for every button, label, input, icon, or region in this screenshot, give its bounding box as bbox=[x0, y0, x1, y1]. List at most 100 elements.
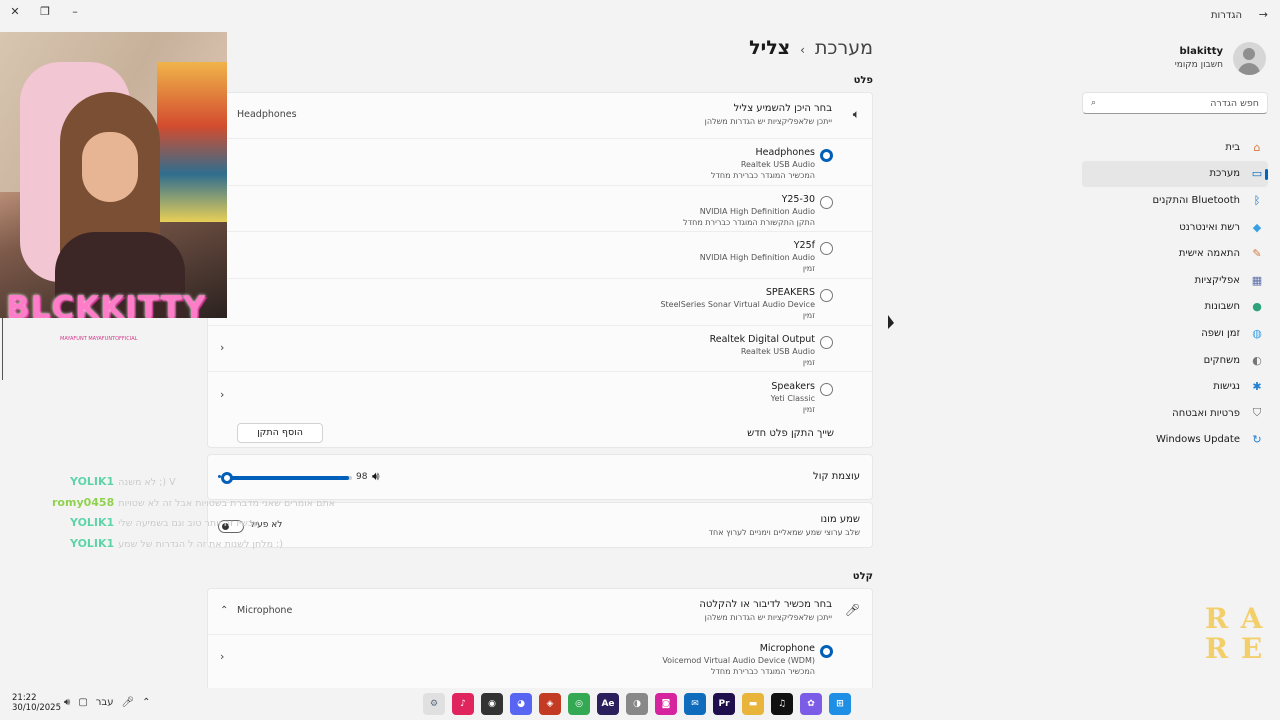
streamer-name: BLCKKITTY bbox=[6, 290, 207, 318]
add-device-button[interactable]: הוסף התקן bbox=[237, 423, 323, 443]
chat-text: אתם אומרים שאני מדברת בשטויות אבל זה לא … bbox=[118, 497, 336, 509]
outlook-app[interactable]: ✉ bbox=[684, 693, 706, 715]
chrome-app[interactable]: ◎ bbox=[568, 693, 590, 715]
device-name: Realtek Digital Output bbox=[709, 333, 815, 345]
logo-letter-extra bbox=[1217, 663, 1250, 691]
device-row[interactable]: SPEAKERS SteelSeries Sonar Virtual Audio … bbox=[208, 279, 872, 326]
sidebar-item[interactable]: ▭ מערכת bbox=[1082, 160, 1268, 188]
device-row[interactable]: Y25-30 NVIDIA High Definition Audio התקן ה… bbox=[208, 186, 872, 233]
device-radio[interactable] bbox=[820, 335, 833, 349]
chevron-left-icon[interactable]: ‹ bbox=[220, 650, 224, 663]
chevron-up-tray-icon[interactable]: ⌃ bbox=[142, 697, 150, 708]
output-section-title: פלט bbox=[853, 75, 873, 86]
logo-letter: E bbox=[1240, 632, 1263, 665]
start-app[interactable]: ⊞ bbox=[829, 693, 851, 715]
copilot-app[interactable]: ✿ bbox=[800, 693, 822, 715]
taskbar-apps: ⚙ ♪ ◉ ◕ ◈ ◎ Ae ◑ ◙ ✉ Pr ▬ ♫ ✿ ⊞ bbox=[423, 693, 851, 715]
device-name: Headphones bbox=[755, 147, 815, 158]
device-name: Speakers bbox=[771, 380, 815, 392]
tiktok-studio-app[interactable]: ♪ bbox=[452, 693, 474, 715]
tiktok-app[interactable]: ♫ bbox=[771, 693, 793, 715]
sidebar-item[interactable]: ◐ משחקים bbox=[1082, 347, 1268, 374]
chat-message: YOLIK1 עכשיו זה יותר טוב וגם בשמיעה שלי bbox=[52, 516, 372, 537]
chevron-left-icon[interactable]: ‹ bbox=[220, 341, 224, 354]
device-radio[interactable] bbox=[820, 149, 833, 162]
chevron-left-icon[interactable]: ‹ bbox=[220, 388, 224, 401]
chevron-up-icon[interactable]: ⌃ bbox=[220, 605, 228, 616]
chevron-left-icon: › bbox=[800, 43, 805, 57]
device-driver: Voicemod Virtual Audio Device (WDM) bbox=[662, 656, 815, 665]
language-indicator[interactable]: עבר bbox=[96, 697, 114, 708]
device-status: זמין bbox=[802, 357, 815, 367]
sidebar-item[interactable]: ⛉ פרטיות ואבטחה bbox=[1082, 400, 1268, 427]
rare-logo: RARE bbox=[1200, 605, 1268, 693]
sidebar-item[interactable]: ✱ נגישות bbox=[1082, 373, 1268, 400]
breadcrumb-parent[interactable]: מערכת bbox=[815, 37, 873, 59]
chat-text: מלחן לשנות את זה ל הגדרות של שמע :) bbox=[118, 538, 283, 550]
user-account-type: חשבון מקומי bbox=[1174, 60, 1223, 70]
chat-text: לא משנה ;) V bbox=[118, 477, 176, 488]
minimize-button[interactable]: – bbox=[64, 4, 86, 20]
device-row[interactable]: Headphones Realtek USB Audio המכשיר המוגדר… bbox=[208, 139, 872, 186]
restore-button[interactable]: ❐ bbox=[34, 4, 56, 20]
sidebar-item-label: בית bbox=[1225, 141, 1240, 153]
app-title: הגדרות bbox=[1210, 10, 1242, 21]
sidebar-item-label: זמן ושפה bbox=[1201, 327, 1240, 339]
device-status: זמין bbox=[802, 404, 815, 414]
output-device-header[interactable]: 🔈︎ בחר היכן להשמיע צליל ייתכן שלאפליקציו… bbox=[208, 93, 872, 139]
streamer-socials: MAYAFUNT MAYAFUNTOFFICIAL bbox=[60, 336, 138, 342]
sidebar-item[interactable]: ⌂ בית bbox=[1082, 134, 1268, 161]
device-name: Y25f bbox=[793, 240, 815, 252]
sidebar-item[interactable]: ↻ Windows Update bbox=[1082, 427, 1268, 454]
display-tray-icon[interactable]: ▢ bbox=[78, 697, 87, 708]
red-app[interactable]: ◈ bbox=[539, 693, 561, 715]
device-row[interactable]: Speakers Yeti Classic זמין ‹ bbox=[208, 373, 872, 420]
device-radio[interactable] bbox=[820, 195, 833, 209]
volume-tray-icon[interactable]: 🔊︎ bbox=[64, 697, 70, 708]
volume-icon[interactable]: 🔊︎ bbox=[372, 469, 380, 484]
sidebar-item[interactable]: ◍ זמן ושפה bbox=[1082, 320, 1268, 347]
output-header-subtitle: ייתכן שלאפליקציות יש הגדרות משלהן bbox=[704, 117, 832, 126]
device-driver: NVIDIA High Definition Audio bbox=[699, 253, 815, 263]
sidebar-item[interactable]: ● חשבונות bbox=[1082, 294, 1268, 321]
device-row[interactable]: Microphone Voicemod Virtual Audio Device … bbox=[208, 635, 872, 682]
device-radio[interactable] bbox=[820, 382, 833, 396]
sidebar-item[interactable]: ◆ רשת ואינטרנט bbox=[1082, 214, 1268, 241]
instagram-app[interactable]: ◙ bbox=[655, 693, 677, 715]
device-radio[interactable] bbox=[820, 289, 833, 303]
selected-output-value: Headphones bbox=[237, 109, 297, 120]
device-driver: Yeti Classic bbox=[770, 393, 815, 403]
user-name: blakitty bbox=[1179, 46, 1224, 57]
premiere-app[interactable]: Pr bbox=[713, 693, 735, 715]
device-row[interactable]: Y25f NVIDIA High Definition Audio זמין bbox=[208, 232, 872, 280]
sidebar-item[interactable]: ▦ אפליקציות bbox=[1082, 267, 1268, 294]
input-device-header[interactable]: 🎤︎ בחר מכשיר לדיבור או להקלטה ייתכן שלאפ… bbox=[208, 589, 872, 635]
clock[interactable]: 21:22 30/10/2025 bbox=[12, 693, 61, 713]
input-header-title: בחר מכשיר לדיבור או להקלטה bbox=[699, 599, 832, 610]
file-explorer-app[interactable]: ▬ bbox=[742, 693, 764, 715]
user-profile[interactable]: blakitty חשבון מקומי bbox=[1082, 38, 1266, 78]
discord-app[interactable]: ◕ bbox=[510, 693, 532, 715]
close-button[interactable]: ✕ bbox=[4, 4, 26, 20]
device-row[interactable]: Realtek Digital Output Realtek USB Audio ז… bbox=[208, 326, 872, 373]
sidebar-item[interactable]: ᛒ Bluetooth והתקנים bbox=[1082, 187, 1268, 214]
back-button[interactable]: → bbox=[1259, 8, 1268, 21]
settings-app[interactable]: ⚙ bbox=[423, 693, 445, 715]
system-icon: ▭ bbox=[1251, 167, 1263, 181]
sidebar-item-label: מערכת bbox=[1209, 168, 1240, 180]
search-input[interactable]: חפש הגדרה ⌕ bbox=[1082, 92, 1268, 114]
gamepad-icon: ◐ bbox=[1252, 353, 1262, 367]
device-radio[interactable] bbox=[820, 645, 833, 658]
sidebar-item[interactable]: ✎ התאמה אישית bbox=[1082, 240, 1268, 267]
device-driver: Realtek USB Audio bbox=[740, 346, 815, 356]
output-device-card: 🔈︎ בחר היכן להשמיע צליל ייתכן שלאפליקציו… bbox=[207, 92, 873, 448]
device-name: Y25-30 bbox=[781, 193, 815, 205]
device-radio[interactable] bbox=[820, 242, 833, 256]
bluetooth-icon: ᛒ bbox=[1253, 193, 1261, 207]
title-bar: ✕ ❐ – הגדרות → bbox=[0, 0, 1280, 30]
gray-app[interactable]: ◑ bbox=[626, 693, 648, 715]
after-effects-app[interactable]: Ae bbox=[597, 693, 619, 715]
microphone-tray-icon[interactable]: 🎤︎ bbox=[121, 697, 134, 708]
avatar bbox=[1233, 41, 1266, 75]
obs-app[interactable]: ◉ bbox=[481, 693, 503, 715]
